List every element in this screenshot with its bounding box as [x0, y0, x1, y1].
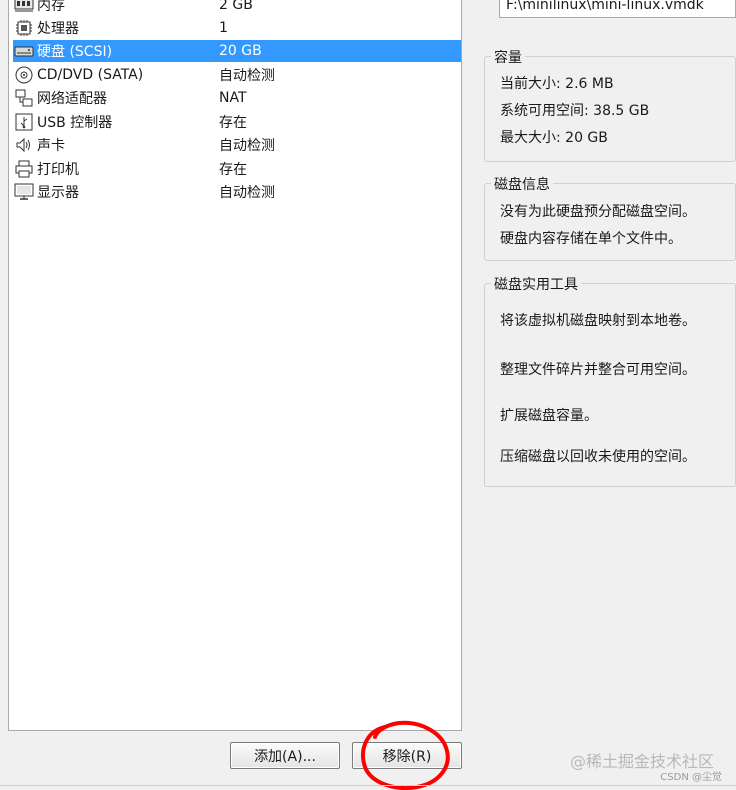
defragment-link[interactable]: 整理文件碎片并整合可用空间。: [500, 359, 696, 379]
device-name: USB 控制器: [37, 115, 113, 131]
disk-info-line-single-file: 硬盘内容存储在单个文件中。: [500, 231, 682, 247]
device-row-sound-card[interactable]: 声卡 自动检测: [13, 134, 461, 156]
display-icon: [13, 182, 35, 202]
available-space-text: 系统可用空间: 38.5 GB: [500, 103, 650, 119]
usb-icon: [13, 112, 35, 132]
device-row-hard-disk[interactable]: 硬盘 (SCSI) 20 GB: [13, 40, 461, 62]
disk-info-group: [484, 183, 736, 261]
device-summary: 自动检测: [219, 185, 275, 201]
remove-device-button[interactable]: 移除(R): [352, 742, 462, 769]
disk-info-line-preallocate: 没有为此硬盘预分配磁盘空间。: [500, 204, 696, 220]
device-row-network-adapter[interactable]: 网络适配器 NAT: [13, 87, 461, 109]
expand-disk-link[interactable]: 扩展磁盘容量。: [500, 405, 598, 425]
device-name: 打印机: [37, 162, 79, 178]
device-name: 处理器: [37, 21, 79, 37]
device-summary: 2 GB: [219, 0, 253, 13]
device-name: 硬盘 (SCSI): [37, 44, 113, 60]
network-adapter-icon: [13, 88, 35, 108]
device-summary: 存在: [219, 162, 247, 178]
device-summary: 自动检测: [219, 68, 275, 84]
device-row-usb-controller[interactable]: USB 控制器 存在: [13, 111, 461, 133]
device-summary: 20 GB: [219, 43, 262, 59]
vm-settings-window: 内存 2 GB 处理器 1 硬盘 (SCSI) 20 GB CD/DVD (SA…: [0, 0, 736, 790]
device-row-printer[interactable]: 打印机 存在: [13, 158, 461, 180]
disk-file-path-field[interactable]: F:\minilinux\mini-linux.vmdk: [499, 0, 736, 18]
device-name: 网络适配器: [37, 91, 107, 107]
device-summary: 自动检测: [219, 138, 275, 154]
device-summary: 存在: [219, 115, 247, 131]
hardware-device-list[interactable]: 内存 2 GB 处理器 1 硬盘 (SCSI) 20 GB CD/DVD (SA…: [8, 0, 462, 731]
author-watermark: CSDN @尘觉: [660, 772, 722, 783]
hard-disk-icon: [13, 41, 35, 61]
device-summary: 1: [219, 20, 228, 36]
disk-info-group-title: 磁盘信息: [491, 174, 553, 194]
device-row-memory[interactable]: 内存 2 GB: [13, 0, 461, 16]
add-device-button[interactable]: 添加(A)...: [230, 742, 340, 769]
compact-disk-link[interactable]: 压缩磁盘以回收未使用的空间。: [500, 446, 696, 466]
memory-icon: [13, 0, 35, 15]
printer-icon: [13, 159, 35, 179]
device-name: 声卡: [37, 138, 65, 154]
device-row-display[interactable]: 显示器 自动检测: [13, 181, 461, 203]
device-name: 内存: [37, 0, 65, 14]
device-row-cd-dvd[interactable]: CD/DVD (SATA) 自动检测: [13, 64, 461, 86]
device-name: 显示器: [37, 185, 79, 201]
remove-device-button-label: 移除(R): [382, 748, 432, 765]
disk-utilities-group-title: 磁盘实用工具: [491, 274, 581, 294]
processor-icon: [13, 18, 35, 38]
add-device-button-label: 添加(A)...: [254, 748, 316, 765]
disk-file-path-text: F:\minilinux\mini-linux.vmdk: [506, 0, 704, 13]
cd-dvd-icon: [13, 65, 35, 85]
map-disk-link[interactable]: 将该虚拟机磁盘映射到本地卷。: [500, 310, 696, 330]
speaker-icon: [13, 135, 35, 155]
device-summary: NAT: [219, 90, 247, 106]
current-size-text: 当前大小: 2.6 MB: [500, 76, 614, 92]
capacity-group-title: 容量: [491, 47, 525, 67]
bottom-divider: [0, 785, 736, 786]
max-size-text: 最大大小: 20 GB: [500, 130, 608, 146]
device-row-processor[interactable]: 处理器 1: [13, 17, 461, 39]
device-name: CD/DVD (SATA): [37, 67, 144, 83]
